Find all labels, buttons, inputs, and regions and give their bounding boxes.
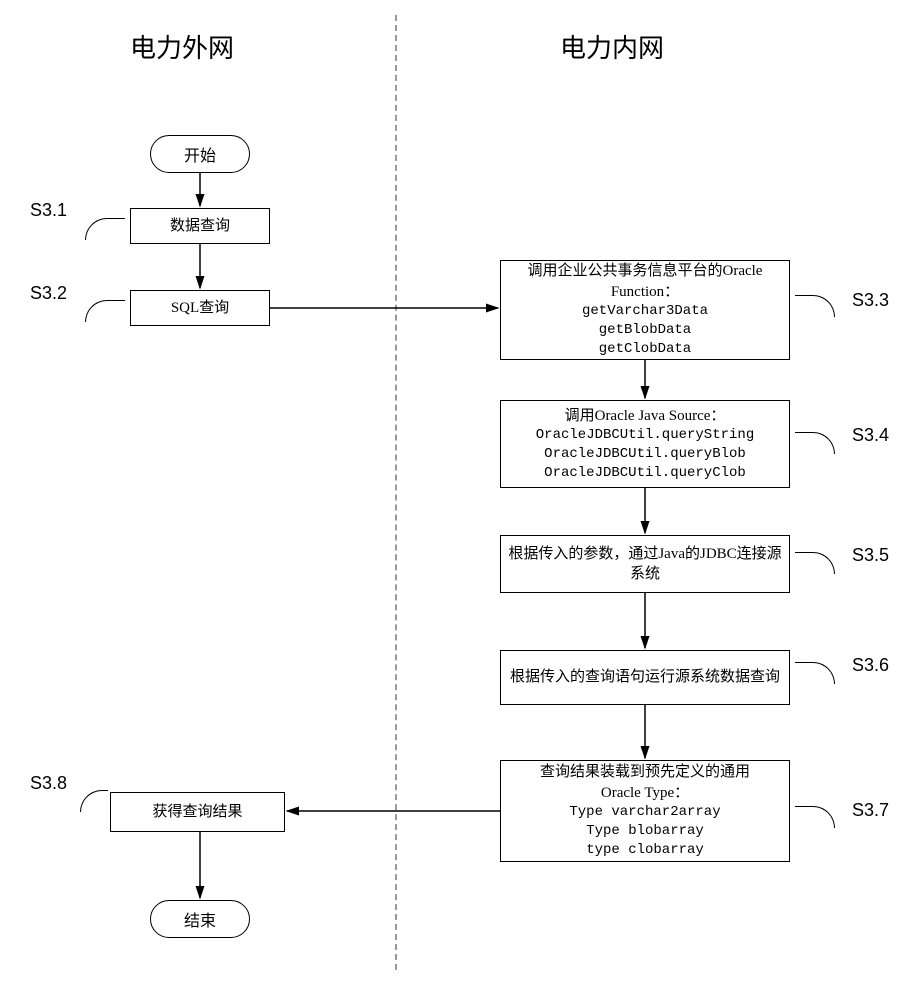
box-sql-query: SQL查询 bbox=[130, 290, 270, 326]
label-s32: S3.2 bbox=[30, 283, 67, 304]
leader-s32 bbox=[85, 300, 125, 322]
s33-line1: getBlobData bbox=[599, 321, 691, 340]
leader-s37 bbox=[795, 806, 835, 828]
s37-line2: type clobarray bbox=[586, 841, 704, 860]
label-s33: S3.3 bbox=[852, 290, 889, 311]
s34-line0: OracleJDBCUtil.queryString bbox=[536, 426, 754, 445]
label-s31: S3.1 bbox=[30, 200, 67, 221]
leader-s31 bbox=[85, 218, 125, 240]
header-right: 电力内网 bbox=[560, 28, 664, 65]
label-s36: S3.6 bbox=[852, 655, 889, 676]
s31-text: 数据查询 bbox=[170, 216, 230, 236]
header-left: 电力外网 bbox=[130, 28, 234, 65]
s33-title2: Function： bbox=[611, 282, 679, 302]
s32-text: SQL查询 bbox=[171, 298, 229, 318]
label-s34: S3.4 bbox=[852, 425, 889, 446]
label-s37: S3.7 bbox=[852, 800, 889, 821]
box-run-query: 根据传入的查询语句运行源系统数据查询 bbox=[500, 650, 790, 705]
s38-text: 获得查询结果 bbox=[152, 802, 242, 822]
end-terminator: 结束 bbox=[150, 900, 250, 938]
leader-s36 bbox=[795, 662, 835, 684]
box-oracle-type: 查询结果装载到预先定义的通用 Oracle Type： Type varchar… bbox=[500, 760, 790, 862]
s36-text: 根据传入的查询语句运行源系统数据查询 bbox=[510, 667, 780, 687]
label-s35: S3.5 bbox=[852, 545, 889, 566]
label-s38: S3.8 bbox=[30, 773, 67, 794]
box-data-query: 数据查询 bbox=[130, 208, 270, 244]
box-java-source: 调用Oracle Java Source： OracleJDBCUtil.que… bbox=[500, 400, 790, 488]
s33-line2: getClobData bbox=[599, 340, 691, 359]
leader-s34 bbox=[795, 432, 835, 454]
s33-line0: getVarchar3Data bbox=[582, 302, 708, 321]
box-get-result: 获得查询结果 bbox=[110, 792, 285, 832]
leader-s38 bbox=[80, 790, 108, 812]
s34-line2: OracleJDBCUtil.queryClob bbox=[544, 464, 746, 483]
s33-title1: 调用企业公共事务信息平台的Oracle bbox=[528, 261, 763, 281]
s37-title1: 查询结果装载到预先定义的通用 bbox=[540, 762, 750, 782]
box-oracle-function: 调用企业公共事务信息平台的Oracle Function： getVarchar… bbox=[500, 260, 790, 360]
start-label: 开始 bbox=[184, 142, 216, 166]
leader-s33 bbox=[795, 295, 835, 317]
s34-title: 调用Oracle Java Source： bbox=[565, 406, 726, 426]
s35-text: 根据传入的参数，通过Java的JDBC连接源系统 bbox=[507, 544, 783, 585]
leader-s35 bbox=[795, 552, 835, 574]
start-terminator: 开始 bbox=[150, 135, 250, 173]
s37-line0: Type varchar2array bbox=[569, 803, 720, 822]
end-label: 结束 bbox=[184, 907, 216, 931]
box-jdbc-connect: 根据传入的参数，通过Java的JDBC连接源系统 bbox=[500, 535, 790, 593]
network-divider bbox=[395, 15, 397, 970]
s37-title2: Oracle Type： bbox=[601, 783, 689, 803]
s34-line1: OracleJDBCUtil.queryBlob bbox=[544, 445, 746, 464]
s37-line1: Type blobarray bbox=[586, 822, 704, 841]
